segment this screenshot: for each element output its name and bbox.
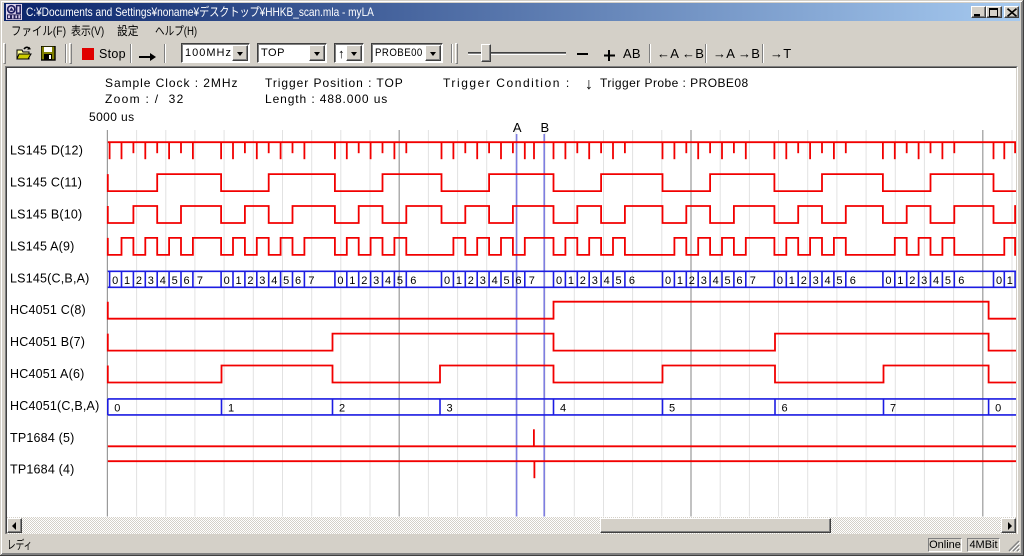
svg-text:2: 2 <box>361 275 367 287</box>
svg-text:Sample Clock : 2MHz: Sample Clock : 2MHz <box>105 76 238 90</box>
svg-text:4: 4 <box>160 275 166 287</box>
svg-text:7: 7 <box>197 275 203 287</box>
svg-text:2: 2 <box>689 275 695 287</box>
svg-text:3: 3 <box>148 275 154 287</box>
svg-text:1: 1 <box>568 275 574 287</box>
svg-text:3: 3 <box>480 275 486 287</box>
svg-text:5: 5 <box>283 275 289 287</box>
svg-text:HC4051 B(7): HC4051 B(7) <box>10 335 85 349</box>
svg-text:HC4051(C,B,A): HC4051(C,B,A) <box>10 399 99 413</box>
svg-text:5: 5 <box>725 275 731 287</box>
svg-text:LS145 D(12): LS145 D(12) <box>10 144 83 158</box>
svg-text:Zoom : / 32: Zoom : / 32 <box>105 92 185 106</box>
svg-text:4: 4 <box>385 275 391 287</box>
svg-text:2: 2 <box>909 275 915 287</box>
svg-text:HC4051 C(8): HC4051 C(8) <box>10 303 86 317</box>
svg-text:4: 4 <box>604 275 610 287</box>
svg-text:2: 2 <box>247 275 253 287</box>
svg-text:4: 4 <box>933 275 939 287</box>
svg-text:5: 5 <box>397 275 403 287</box>
svg-text:0: 0 <box>114 403 120 415</box>
svg-text:1: 1 <box>124 275 130 287</box>
svg-text:4: 4 <box>825 275 831 287</box>
svg-text:4: 4 <box>713 275 719 287</box>
svg-text:7: 7 <box>308 275 314 287</box>
svg-text:6: 6 <box>184 275 190 287</box>
svg-text:0: 0 <box>885 275 891 287</box>
svg-text:0: 0 <box>337 275 343 287</box>
svg-text:7: 7 <box>529 275 535 287</box>
svg-text:TP1684 (4): TP1684 (4) <box>10 463 75 477</box>
svg-text:3: 3 <box>921 275 927 287</box>
svg-text:0: 0 <box>777 275 783 287</box>
svg-text:0: 0 <box>444 275 450 287</box>
svg-text:5: 5 <box>945 275 951 287</box>
svg-text:1: 1 <box>897 275 903 287</box>
svg-text:1: 1 <box>789 275 795 287</box>
svg-text:Length : 488.000 us: Length : 488.000 us <box>265 92 388 106</box>
svg-text:6: 6 <box>958 275 964 287</box>
svg-text:2: 2 <box>136 275 142 287</box>
svg-text:0: 0 <box>996 275 1002 287</box>
svg-text:6: 6 <box>782 403 788 415</box>
svg-text:5: 5 <box>669 403 675 415</box>
svg-text:Trigger Probe : PROBE08: Trigger Probe : PROBE08 <box>600 76 749 90</box>
svg-text:4: 4 <box>492 275 498 287</box>
svg-text:6: 6 <box>629 275 635 287</box>
svg-text:3: 3 <box>373 275 379 287</box>
svg-text:Trigger Position : TOP: Trigger Position : TOP <box>265 76 404 90</box>
svg-text:Trigger Condition :: Trigger Condition : <box>443 76 571 90</box>
svg-text:2: 2 <box>468 275 474 287</box>
svg-text:TP1684 (5): TP1684 (5) <box>10 431 75 445</box>
svg-text:0: 0 <box>224 275 230 287</box>
svg-text:3: 3 <box>813 275 819 287</box>
svg-text:2: 2 <box>580 275 586 287</box>
svg-text:4: 4 <box>560 403 566 415</box>
svg-text:6: 6 <box>410 275 416 287</box>
svg-text:7: 7 <box>890 403 896 415</box>
svg-text:1: 1 <box>349 275 355 287</box>
svg-text:1: 1 <box>236 275 242 287</box>
svg-text:↓: ↓ <box>585 76 593 93</box>
svg-text:6: 6 <box>515 275 521 287</box>
svg-text:2: 2 <box>801 275 807 287</box>
svg-text:0: 0 <box>995 403 1001 415</box>
svg-text:3: 3 <box>259 275 265 287</box>
svg-text:1: 1 <box>228 403 234 415</box>
svg-text:5: 5 <box>616 275 622 287</box>
svg-text:7: 7 <box>750 275 756 287</box>
svg-text:3: 3 <box>447 403 453 415</box>
svg-text:HC4051 A(6): HC4051 A(6) <box>10 367 84 381</box>
svg-text:5: 5 <box>172 275 178 287</box>
svg-text:3: 3 <box>701 275 707 287</box>
svg-text:1: 1 <box>1007 275 1013 287</box>
svg-text:1: 1 <box>456 275 462 287</box>
svg-text:5000 us: 5000 us <box>89 110 135 124</box>
svg-text:LS145(C,B,A): LS145(C,B,A) <box>10 271 90 285</box>
svg-text:6: 6 <box>850 275 856 287</box>
svg-text:LS145 B(10): LS145 B(10) <box>10 208 82 222</box>
svg-text:1: 1 <box>677 275 683 287</box>
svg-text:4: 4 <box>271 275 277 287</box>
svg-text:3: 3 <box>592 275 598 287</box>
svg-text:0: 0 <box>112 275 118 287</box>
svg-text:6: 6 <box>736 275 742 287</box>
svg-text:B: B <box>541 120 550 135</box>
svg-text:5: 5 <box>836 275 842 287</box>
svg-text:0: 0 <box>665 275 671 287</box>
svg-text:2: 2 <box>339 403 345 415</box>
svg-text:A: A <box>513 120 522 135</box>
svg-text:LS145 C(11): LS145 C(11) <box>10 176 82 190</box>
svg-text:0: 0 <box>556 275 562 287</box>
svg-text:5: 5 <box>504 275 510 287</box>
svg-text:6: 6 <box>295 275 301 287</box>
svg-text:LS145 A(9): LS145 A(9) <box>10 239 75 253</box>
